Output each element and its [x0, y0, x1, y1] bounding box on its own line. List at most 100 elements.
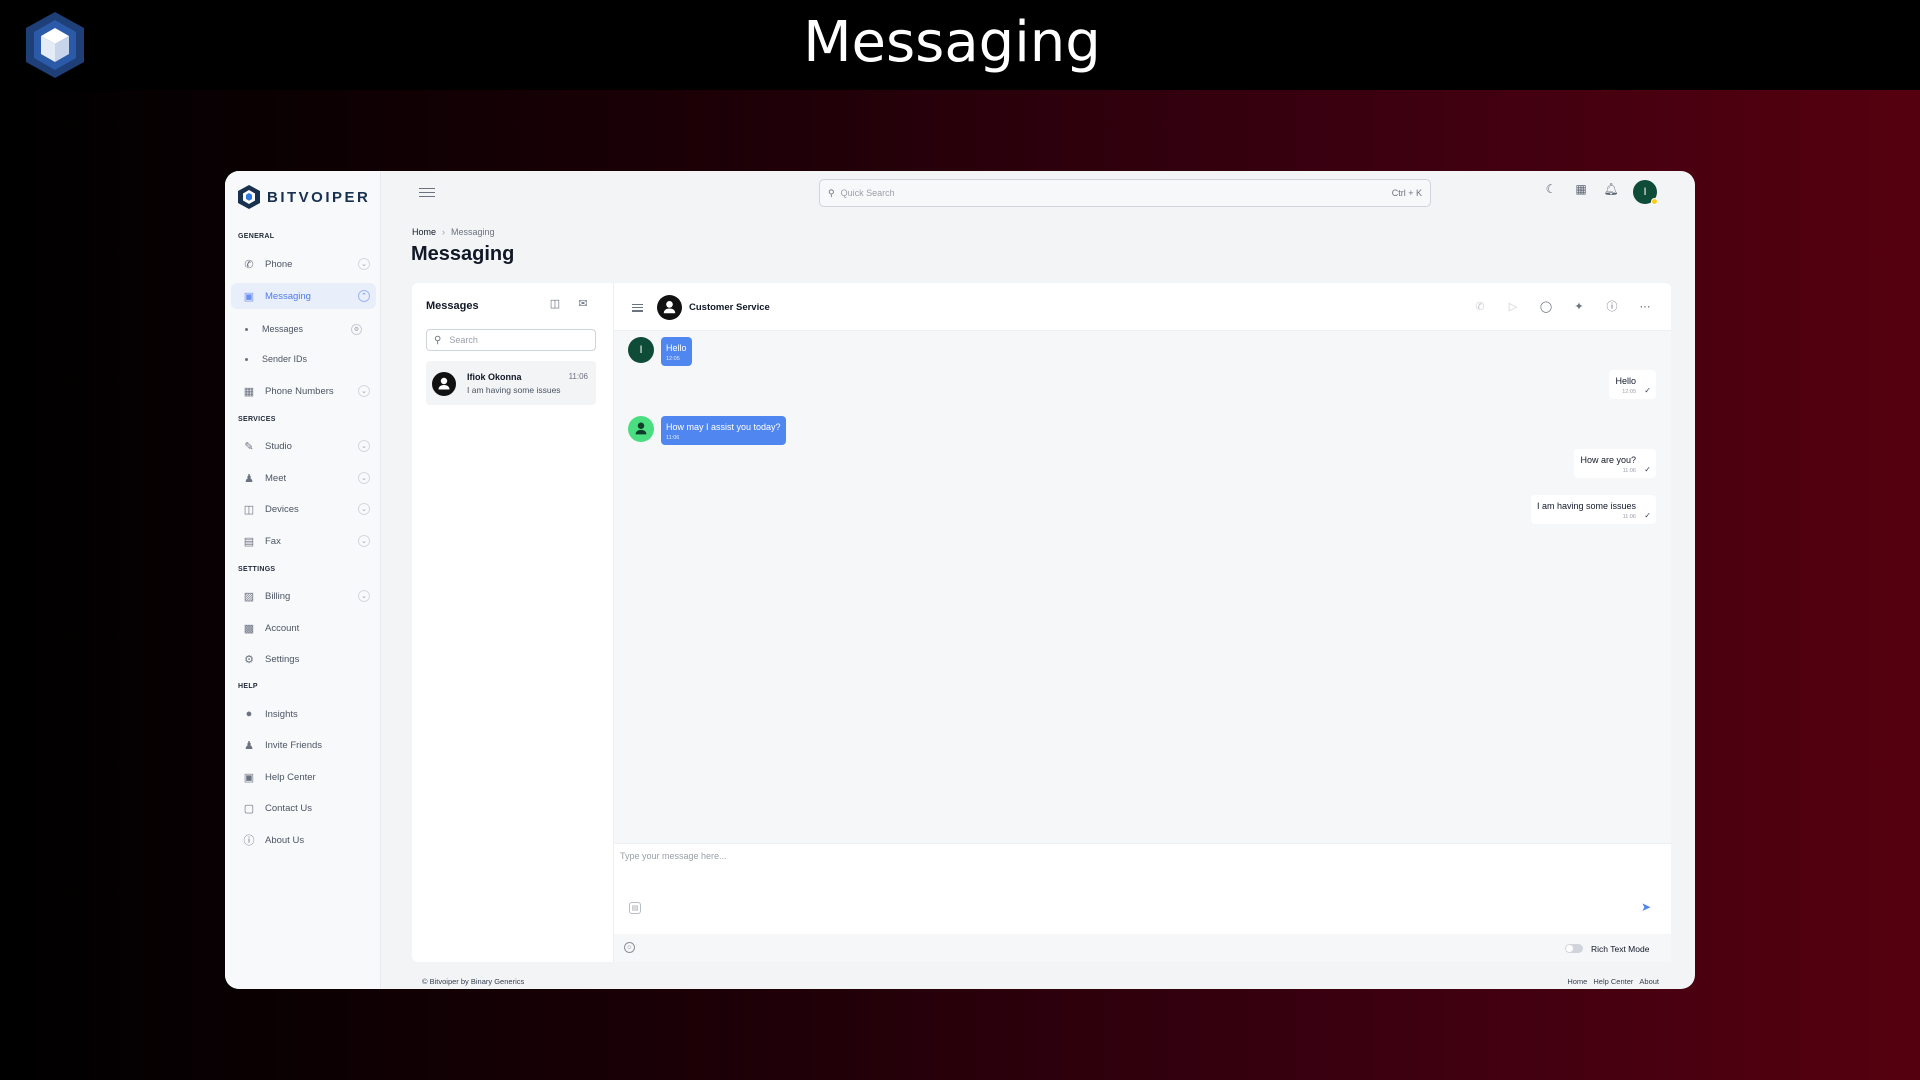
- message-text: I am having some issues: [1536, 501, 1636, 511]
- chevron-right-icon: ›: [442, 227, 446, 237]
- message-time: 12:05: [666, 356, 680, 362]
- messages-search-placeholder: Search: [449, 335, 478, 345]
- conversation-preview: I am having some issues: [467, 385, 561, 395]
- breadcrumb-current: Messaging: [451, 227, 495, 237]
- person-icon: [635, 422, 647, 435]
- sidebar-item-billing[interactable]: ▨ Billing ⌄: [231, 583, 376, 609]
- sidebar-item-label: Insights: [265, 708, 298, 720]
- sidebar-item-label: Fax: [265, 535, 281, 547]
- chat-icon: ▣: [243, 290, 255, 303]
- chat-header: Customer Service ✆ ▷ ◯ ✦ ⓘ ⋯: [614, 283, 1671, 331]
- apps-icon[interactable]: ▦: [1573, 181, 1589, 197]
- breadcrumb-home[interactable]: Home: [412, 227, 436, 237]
- sidebar-item-contact-us[interactable]: ▢ Contact Us: [231, 795, 376, 821]
- attachment-icon[interactable]: ▤: [629, 902, 641, 914]
- call-icon[interactable]: ✆: [1473, 299, 1487, 313]
- user-avatar[interactable]: I: [1633, 180, 1658, 205]
- sidebar-item-label: Account: [265, 622, 300, 634]
- chat-messages: I Hello 12:05 Hello 12:05 ✓ How may I as…: [614, 331, 1671, 843]
- sidebar-item-label: Phone Numbers: [265, 385, 334, 397]
- devices-icon: ◫: [243, 503, 255, 516]
- footer-copyright: © Bitvoiper by Binary Generics: [422, 977, 525, 986]
- sidebar-item-fax[interactable]: ▤ Fax ⌄: [231, 528, 376, 554]
- messages-list-panel: Messages ◫ ✉ ⚲ Search Ifiok Okonna 11:06…: [412, 283, 614, 962]
- sender-avatar: I: [628, 337, 654, 363]
- lightbulb-icon: ●: [245, 708, 253, 720]
- messages-search-input[interactable]: ⚲ Search: [426, 329, 596, 351]
- brand-logo[interactable]: BITVOIPER: [237, 181, 370, 213]
- user-avatar-initial: I: [1643, 186, 1647, 198]
- bell-icon[interactable]: 🔔︎: [1603, 181, 1619, 197]
- footer-link-home[interactable]: Home: [1567, 977, 1587, 986]
- chat-menu-icon[interactable]: [632, 302, 643, 314]
- chevron-down-icon[interactable]: ⌄: [358, 385, 370, 397]
- person-icon: [663, 301, 676, 314]
- quick-search-input[interactable]: ⚲ Quick Search Ctrl + K: [819, 179, 1431, 207]
- sidebar-subitem-sender-ids[interactable]: Sender IDs: [245, 354, 307, 364]
- sidebar-item-account[interactable]: ▩ Account: [231, 615, 376, 641]
- account-icon: ▩: [243, 622, 255, 635]
- sidebar-item-about-us[interactable]: ⓘ About Us: [231, 827, 376, 853]
- composer-placeholder: Type your message here...: [620, 851, 727, 861]
- chevron-down-icon[interactable]: ⌄: [358, 590, 370, 602]
- bot-avatar: [628, 416, 654, 442]
- bullet-icon: [245, 357, 248, 361]
- footer-links: Home Help Center About: [1567, 977, 1659, 986]
- sidebar-item-phone[interactable]: ✆ Phone ⌄: [231, 251, 376, 277]
- message-composer[interactable]: Type your message here... ▤ ➤: [614, 843, 1671, 934]
- chevron-up-icon[interactable]: ⌃: [358, 290, 370, 302]
- conversation-item[interactable]: Ifiok Okonna 11:06 I am having some issu…: [426, 361, 596, 405]
- person-icon: [438, 377, 450, 390]
- sidebar-item-messaging[interactable]: ▣ Messaging ⌃: [231, 283, 376, 309]
- check-icon: ✓: [1644, 465, 1651, 474]
- hexagon-logo-icon: [238, 185, 260, 209]
- sidebar-item-settings[interactable]: ⚙ Settings: [231, 646, 376, 672]
- compose-icon[interactable]: ✉: [576, 296, 590, 310]
- sidebar-item-phone-numbers[interactable]: ▦ Phone Numbers ⌄: [231, 378, 376, 404]
- section-label-services: SERVICES: [238, 416, 276, 423]
- section-label-settings: SETTINGS: [238, 566, 276, 573]
- search-icon[interactable]: ◯: [1539, 299, 1553, 313]
- footer-link-about[interactable]: About: [1639, 977, 1659, 986]
- chevron-down-icon[interactable]: ⌄: [358, 440, 370, 452]
- sidebar-item-invite-friends[interactable]: ♟ Invite Friends: [231, 732, 376, 758]
- menu-toggle-icon[interactable]: [419, 185, 435, 199]
- archive-icon[interactable]: ◫: [548, 296, 562, 310]
- moon-icon[interactable]: ☾: [1543, 181, 1559, 197]
- settings-icon: ⚙: [244, 653, 254, 666]
- more-icon[interactable]: ⋯: [1638, 299, 1652, 313]
- rich-text-label: Rich Text Mode: [1591, 944, 1650, 954]
- sidebar-subitem-messages[interactable]: Messages ⚙: [245, 323, 362, 335]
- message-time: 12:05: [1622, 389, 1636, 395]
- conversation-time: 11:06: [568, 372, 588, 381]
- chevron-down-icon[interactable]: ⌄: [358, 258, 370, 270]
- chevron-down-icon[interactable]: ⌄: [358, 535, 370, 547]
- search-shortcut: Ctrl + K: [1391, 188, 1422, 198]
- help-icon: ▣: [243, 771, 255, 784]
- sidebar-item-insights[interactable]: ● Insights: [231, 701, 376, 727]
- sidebar-item-label: Messaging: [265, 290, 311, 302]
- sidebar-item-label: Devices: [265, 503, 299, 515]
- send-icon[interactable]: ➤: [1641, 900, 1651, 914]
- rich-text-toggle[interactable]: [1565, 944, 1583, 953]
- message-text: Hello: [1615, 376, 1636, 386]
- sidebar-item-help-center[interactable]: ▣ Help Center: [231, 764, 376, 790]
- video-icon[interactable]: ▷: [1506, 299, 1520, 313]
- search-icon: ⚲: [828, 187, 835, 198]
- message-outgoing: I am having some issues 11:06 ✓: [1530, 495, 1656, 524]
- search-icon: ⚲: [434, 334, 442, 346]
- sidebar-item-studio[interactable]: ✎ Studio ⌄: [231, 433, 376, 459]
- chevron-down-icon[interactable]: ⌄: [358, 503, 370, 515]
- section-label-general: GENERAL: [238, 233, 275, 240]
- sidebar-item-meet[interactable]: ♟ Meet ⌄: [231, 465, 376, 491]
- chevron-down-icon[interactable]: ⌄: [358, 472, 370, 484]
- magic-wand-icon[interactable]: ✦: [1572, 299, 1586, 313]
- footer-link-help-center[interactable]: Help Center: [1593, 977, 1633, 986]
- message-incoming: How may I assist you today? 11:06: [661, 416, 786, 445]
- emoji-icon[interactable]: ☺: [624, 942, 635, 953]
- sidebar-item-devices[interactable]: ◫ Devices ⌄: [231, 496, 376, 522]
- people-icon: ♟: [244, 472, 254, 485]
- slide-header: Messaging: [0, 0, 1920, 90]
- sidebar: BITVOIPER GENERAL ✆ Phone ⌄ ▣ Messaging …: [225, 171, 381, 989]
- info-icon[interactable]: ⓘ: [1605, 299, 1619, 313]
